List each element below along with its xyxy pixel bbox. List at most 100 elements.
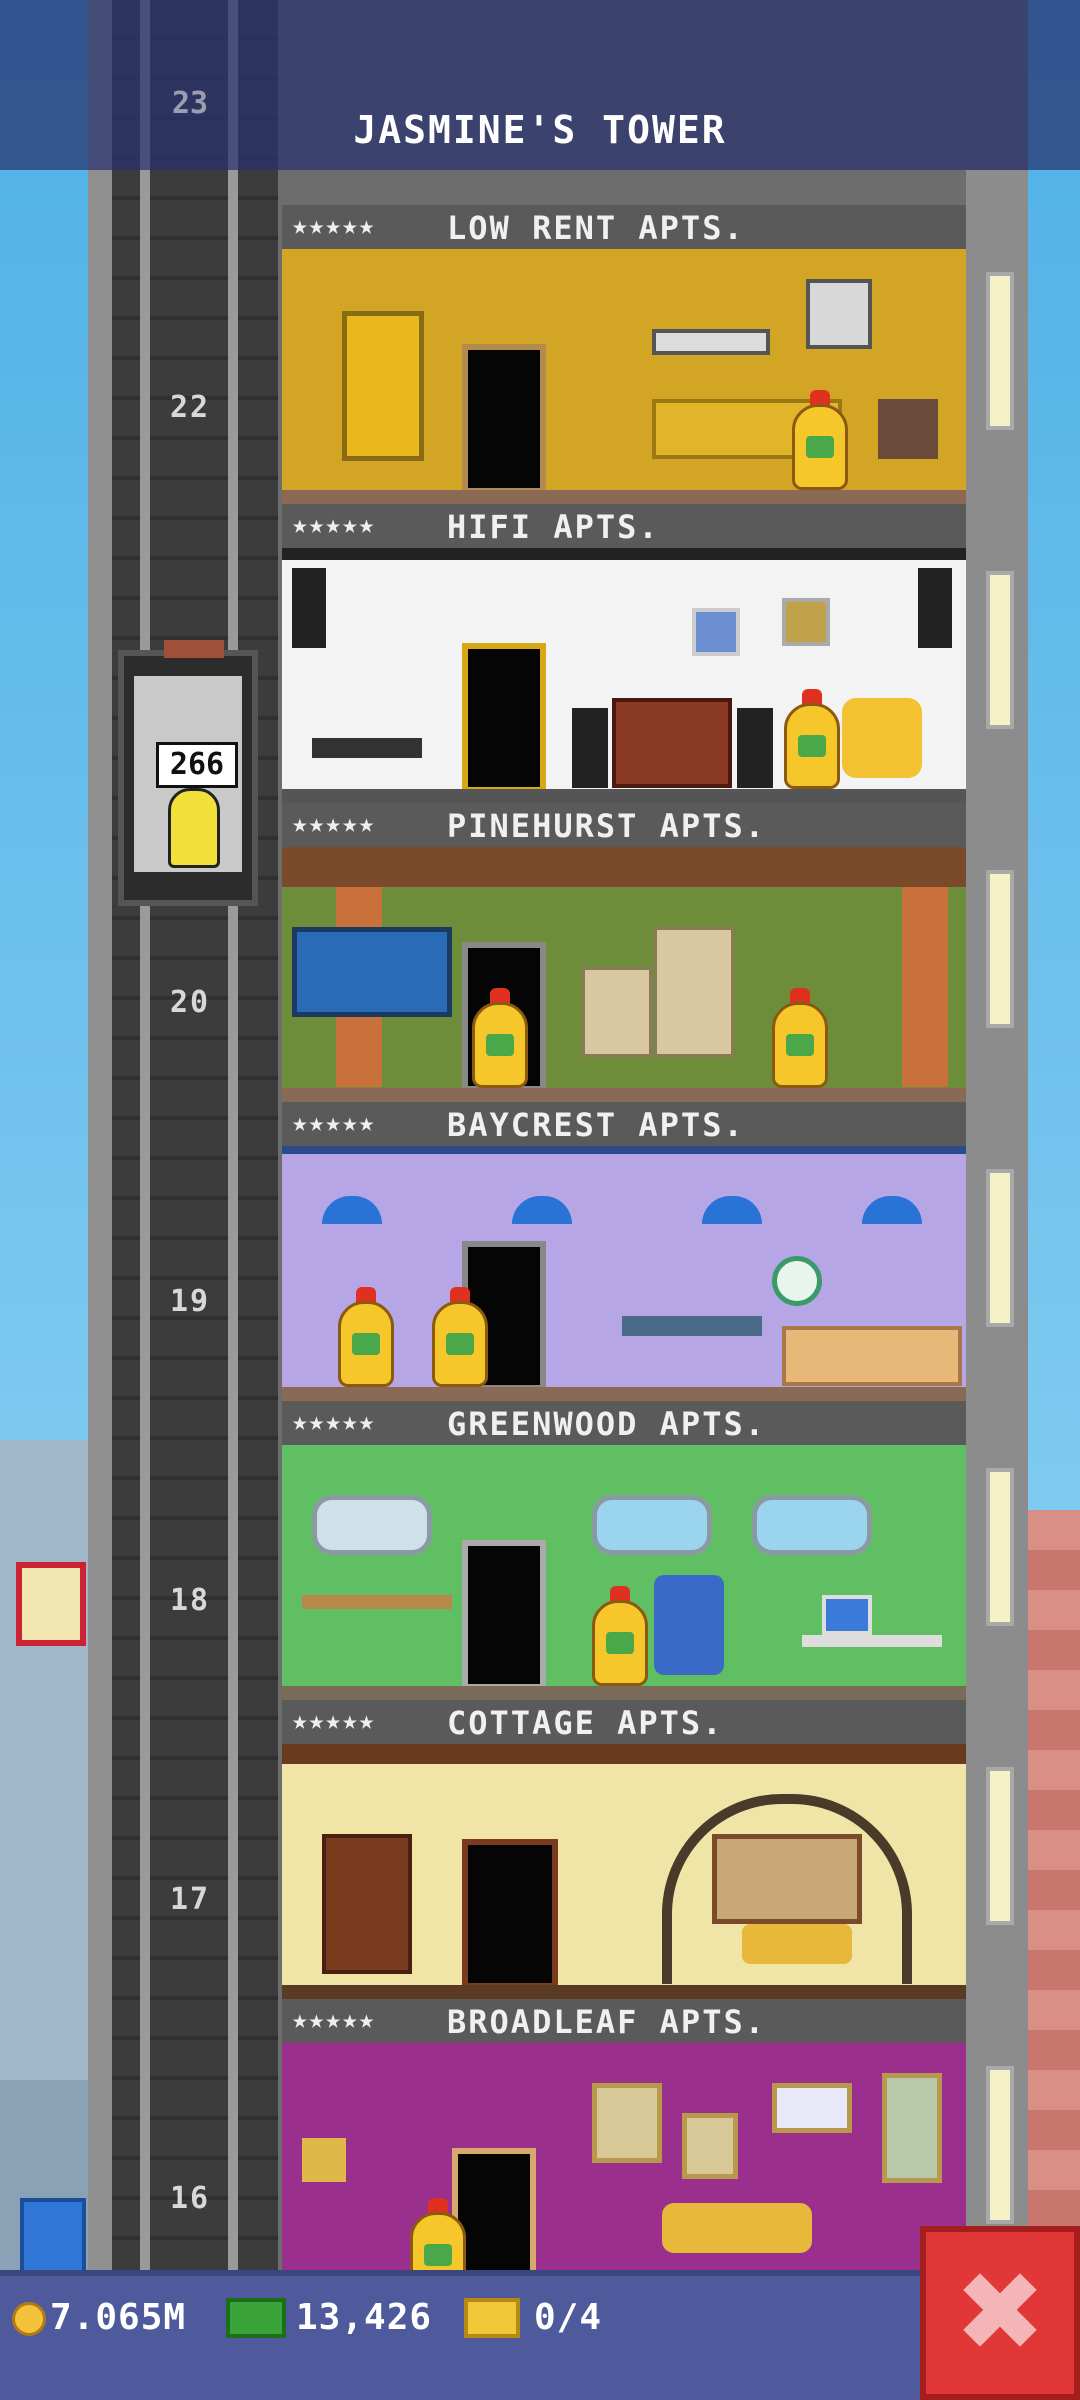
- ceiling-lamp: [322, 1196, 382, 1224]
- window-light: [986, 1468, 1014, 1626]
- room: [282, 249, 966, 504]
- armchair: [842, 698, 922, 778]
- floor-broadleaf-apts[interactable]: ★★★★★ BROADLEAF APTS.: [282, 1999, 966, 2298]
- yellow-door: [342, 311, 424, 461]
- floor-name: COTTAGE APTS.: [447, 1704, 724, 1742]
- room: [282, 2043, 966, 2298]
- coins-value: 7.065M: [50, 2297, 187, 2338]
- sofa: [742, 1924, 852, 1964]
- floor-header: ★★★★★ PINEHURST APTS.: [282, 803, 966, 847]
- elevator-car[interactable]: 266: [118, 640, 258, 906]
- floor-stars: ★★★★★: [292, 1706, 376, 1736]
- ceiling-lamp: [702, 1196, 762, 1224]
- pillar: [902, 887, 948, 1087]
- elevator-interior: 266: [134, 676, 242, 872]
- floorboard: [282, 1387, 966, 1401]
- blue-card-icon: [20, 2198, 86, 2274]
- wood-beam: [282, 847, 966, 887]
- background-building-right: [1020, 1510, 1080, 2280]
- floor-stars: ★★★★★: [292, 211, 376, 241]
- table: [622, 1316, 762, 1336]
- sofa: [662, 2203, 812, 2253]
- vip-ticket-icon: [464, 2298, 520, 2338]
- tower-title: JASMINE'S TOWER: [353, 108, 727, 152]
- shaft-floor-number: 19: [169, 1284, 211, 1319]
- room: [282, 1744, 966, 1999]
- floor-greenwood-apts[interactable]: ★★★★★ GREENWOOD APTS.: [282, 1401, 966, 1700]
- window: [592, 1495, 712, 1555]
- window: [712, 1834, 862, 1924]
- plant-shelf: [302, 1595, 452, 1609]
- floor-name: GREENWOOD APTS.: [447, 1405, 766, 1443]
- wood-trim: [282, 1744, 966, 1764]
- chicken-resident[interactable]: [588, 1578, 652, 1686]
- floor-name: LOW RENT APTS.: [447, 209, 745, 247]
- chicken-resident[interactable]: [780, 681, 844, 789]
- floor-cottage-apts[interactable]: ★★★★★ COTTAGE APTS.: [282, 1700, 966, 1999]
- chicken-resident[interactable]: [788, 382, 852, 490]
- record-shelf: [612, 698, 732, 788]
- floor-name: BROADLEAF APTS.: [447, 2003, 766, 2041]
- floor-header: ★★★★★ LOW RENT APTS.: [282, 205, 966, 249]
- stove: [582, 967, 652, 1057]
- window-light: [986, 1169, 1014, 1327]
- floor-baycrest-apts[interactable]: ★★★★★ BAYCREST APTS.: [282, 1102, 966, 1401]
- framed-painting: [682, 2113, 738, 2179]
- elevator-rider-count: 266: [156, 742, 238, 788]
- window-light: [986, 272, 1014, 430]
- floor-stars: ★★★★★: [292, 1108, 376, 1138]
- chicken-resident[interactable]: [768, 980, 832, 1088]
- floor-stars: ★★★★★: [292, 809, 376, 839]
- tickets-value: 0/4: [534, 2297, 603, 2338]
- chicken-resident[interactable]: [334, 1279, 398, 1387]
- fuse-panel: [806, 279, 872, 349]
- side-table: [312, 738, 422, 758]
- open-doorway: [462, 1540, 546, 1690]
- shaft-floor-number: 18: [169, 1583, 211, 1618]
- floor-low-rent-apts[interactable]: ★★★★★ LOW RENT APTS.: [282, 205, 966, 504]
- framed-painting: [772, 2083, 852, 2133]
- chicken-resident[interactable]: [468, 980, 532, 1088]
- window-light: [986, 870, 1014, 1028]
- floor-stars: ★★★★★: [292, 2005, 376, 2035]
- fries-billboard-icon: [16, 1562, 86, 1646]
- floor-speaker: [572, 708, 608, 788]
- floorboard: [282, 1686, 966, 1700]
- floor-name: BAYCREST APTS.: [447, 1106, 745, 1144]
- wall-art: [782, 598, 830, 646]
- elevator-operator: [168, 788, 220, 868]
- ceiling-lamp: [862, 1196, 922, 1224]
- floor-header: ★★★★★ BAYCREST APTS.: [282, 1102, 966, 1146]
- window-light: [986, 1767, 1014, 1925]
- floor-stars: ★★★★★: [292, 510, 376, 540]
- wall-clock-icon: [772, 1256, 822, 1306]
- bookshelf: [322, 1834, 412, 1974]
- shaft-rail-right: [228, 0, 238, 2280]
- tower-edge: [88, 0, 112, 2280]
- shaft-rail-left: [140, 0, 150, 2280]
- window-light: [986, 2066, 1014, 2224]
- open-doorway: [462, 643, 546, 793]
- wall-vent: [652, 329, 770, 355]
- floor-hifi-apts[interactable]: ★★★★★ HIFI APTS.: [282, 504, 966, 803]
- light-track: [282, 548, 966, 560]
- floorboard: [282, 1985, 966, 1999]
- fridge: [654, 927, 734, 1057]
- floorboard: [282, 1088, 966, 1102]
- floor-pinehurst-apts[interactable]: ★★★★★ PINEHURST APTS.: [282, 803, 966, 1102]
- open-doorway: [462, 1839, 558, 1989]
- elevator-shaft[interactable]: [112, 0, 278, 2280]
- floor-name: PINEHURST APTS.: [447, 807, 766, 845]
- framed-painting: [882, 2073, 942, 2183]
- kitchen-counter: [782, 1326, 962, 1386]
- floor-speaker: [737, 708, 773, 788]
- floorboard: [282, 490, 966, 504]
- room: [282, 847, 966, 1102]
- tv-set: [878, 399, 938, 459]
- close-button[interactable]: ✖: [920, 2226, 1080, 2400]
- framed-painting: [592, 2083, 662, 2163]
- chicken-resident[interactable]: [428, 1279, 492, 1387]
- floor-name: HIFI APTS.: [447, 508, 660, 546]
- floor-lamp: [302, 2138, 346, 2182]
- room: [282, 1146, 966, 1401]
